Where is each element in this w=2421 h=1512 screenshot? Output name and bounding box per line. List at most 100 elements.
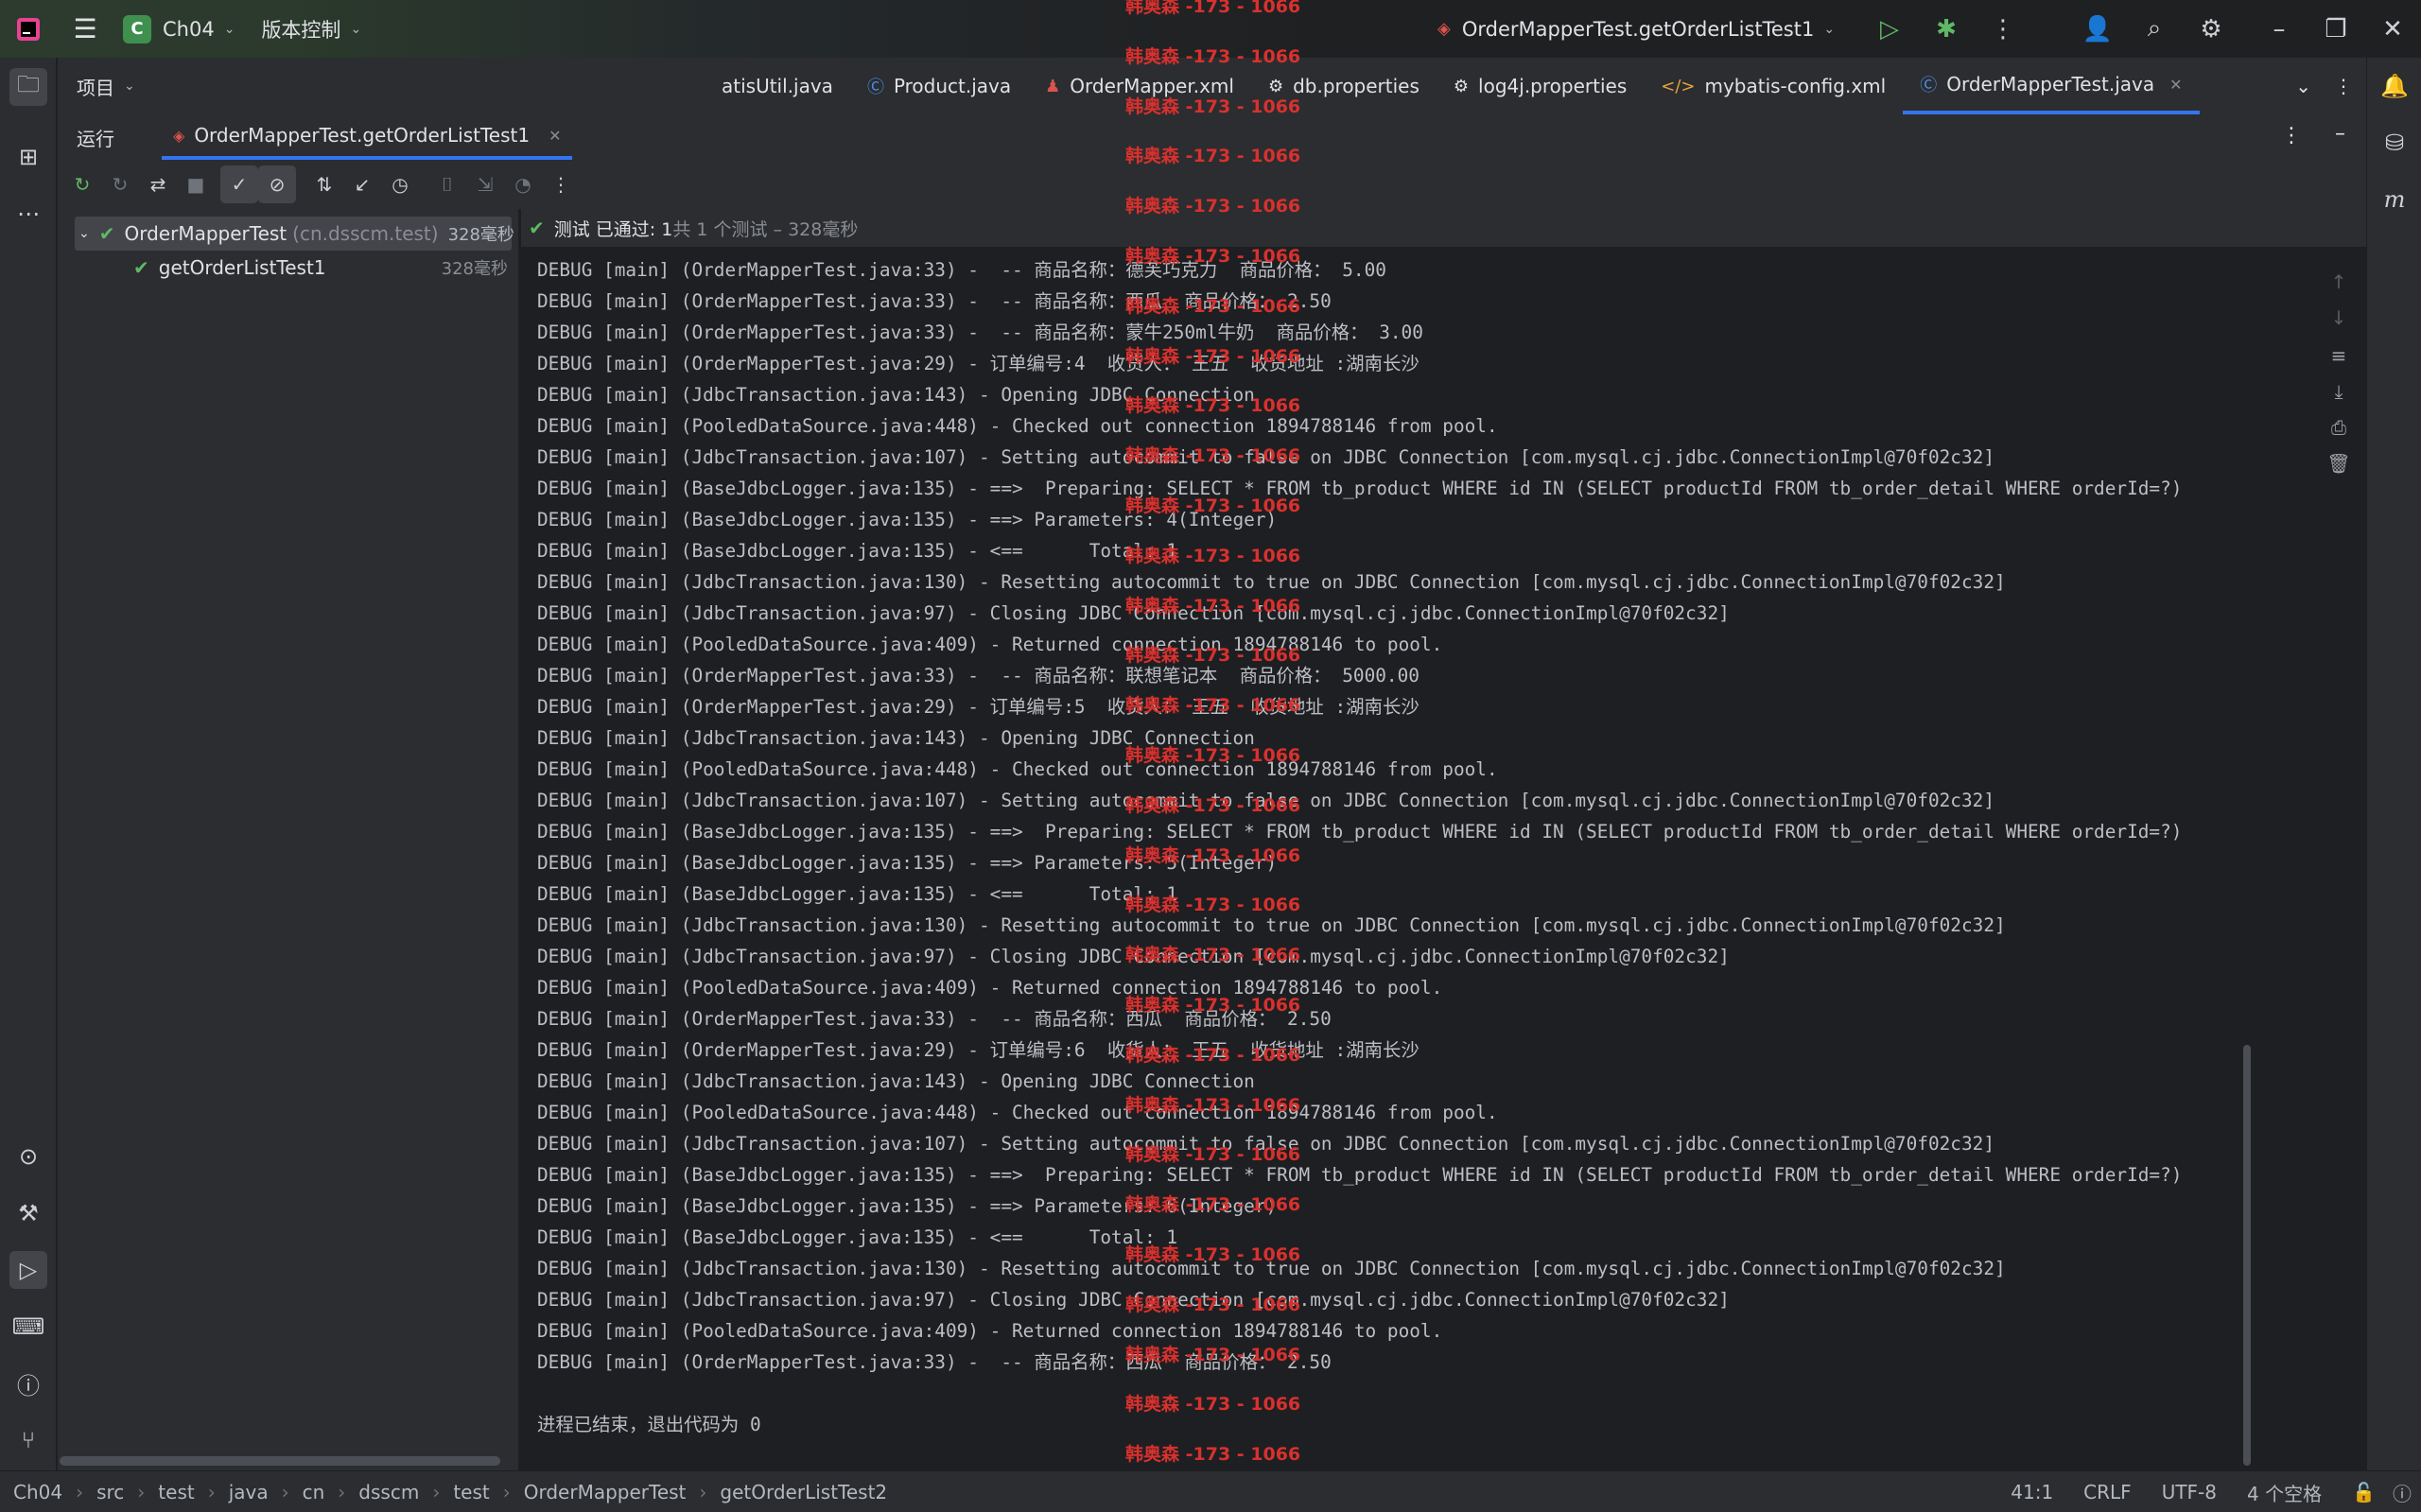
restore-icon[interactable]: ❐ [2308, 0, 2364, 58]
tab-label: Product.java [893, 75, 1012, 97]
vcs-menu[interactable]: 版本控制 ⌄ [252, 10, 371, 48]
tab-label: mybatis-config.xml [1704, 75, 1887, 97]
coverage-icon[interactable]: ◔ [504, 165, 542, 203]
project-panel-header[interactable]: 项目 ⌄ [58, 58, 705, 114]
breadcrumb-item[interactable]: OrderMapperTest [524, 1481, 687, 1503]
chevron-down-icon: ⌄ [350, 21, 362, 37]
sort-icon[interactable]: ⇅ [305, 165, 343, 203]
toggle-auto-test-icon[interactable]: ⇄ [139, 165, 177, 203]
test-tree: ⌄ ✔ OrderMapperTest (cn.dsscm.test) 328毫… [58, 209, 519, 1470]
rerun-failed-icon[interactable]: ↻ [101, 165, 139, 203]
export-icon[interactable]: ⇲ [466, 165, 504, 203]
camera-icon[interactable]: ⌷ [428, 165, 466, 203]
breadcrumb-item[interactable]: test [158, 1481, 194, 1503]
tab-label: atisUtil.java [722, 75, 833, 97]
breadcrumb-item[interactable]: src [96, 1481, 124, 1503]
database-icon[interactable]: ⛁ [2376, 124, 2413, 162]
console-line: DEBUG [main] (JdbcTransaction.java:143) … [537, 384, 1255, 406]
collapse-icon[interactable]: ↙ [343, 165, 381, 203]
breadcrumb-item[interactable]: getOrderListTest2 [720, 1481, 887, 1503]
add-user-icon[interactable]: 👤 [2069, 0, 2126, 58]
more-vertical-icon[interactable]: ⋮ [2281, 124, 2302, 148]
breadcrumb-item[interactable]: dsscm [358, 1481, 419, 1503]
problems-icon[interactable]: ⓘ [9, 1364, 47, 1402]
run-config-selector[interactable]: ◈ OrderMapperTest.getOrderListTest1 ⌄ [1437, 0, 1835, 58]
project-switcher[interactable]: C Ch04 ⌄ [113, 10, 244, 48]
tree-horizontal-scrollbar[interactable] [60, 1456, 500, 1466]
minimize-icon[interactable]: – [2251, 0, 2308, 58]
services-icon[interactable]: ⊙ [9, 1138, 47, 1175]
notifications-bell-icon[interactable]: 🔔 [2376, 67, 2413, 105]
test-status-bar: ✔ 测试 已通过: 1 共 1 个测试 – 328毫秒 [521, 209, 2366, 247]
test-tree-root[interactable]: ⌄ ✔ OrderMapperTest (cn.dsscm.test) 328毫… [75, 217, 514, 251]
chevron-down-icon[interactable]: ⌄ [78, 226, 90, 241]
run-tab[interactable]: ◈ OrderMapperTest.getOrderListTest1 ✕ [162, 114, 573, 160]
test-tree-child[interactable]: ✔ getOrderListTest1 328毫秒 [133, 251, 512, 285]
soft-wrap-icon[interactable]: ≡ [2323, 339, 2355, 372]
test-time: 328毫秒 [441, 259, 508, 279]
main-menu-icon[interactable]: ☰ [57, 10, 113, 48]
project-folder-icon[interactable]: 🗀 [9, 68, 47, 106]
git-branch-icon[interactable]: ⑂ [9, 1421, 47, 1459]
editor-tab[interactable]: ♟ OrderMapper.xml [1028, 58, 1251, 114]
status-info-icon[interactable]: ⓘ [2393, 1479, 2412, 1506]
app-logo-icon[interactable] [0, 10, 57, 48]
breadcrumb-item[interactable]: java [229, 1481, 269, 1503]
more-tools-icon[interactable]: ⋯ [9, 195, 47, 233]
editor-tab[interactable]: atisUtil.java [705, 58, 850, 114]
title-actions: ▷ ✱ ⋮ 👤 ⌕ ⚙ – ❐ ✕ [1861, 0, 2421, 58]
structure-icon[interactable]: ⊞ [9, 138, 47, 176]
editor-tab[interactable]: </> mybatis-config.xml [1644, 58, 1903, 114]
debug-icon[interactable]: ✱ [1918, 0, 1975, 58]
more-vertical-icon[interactable]: ⋮ [1975, 0, 2031, 58]
history-icon[interactable]: ◷ [381, 165, 419, 203]
console-output[interactable]: DEBUG [main] (OrderMapperTest.java:33) -… [521, 247, 2308, 1470]
search-icon[interactable]: ⌕ [2126, 0, 2183, 58]
rerun-icon[interactable]: ↻ [63, 165, 101, 203]
build-hammer-icon[interactable]: ⚒ [9, 1194, 47, 1232]
chevron-right-icon: › [207, 1480, 216, 1503]
check-icon: ✔ [98, 222, 115, 245]
more-vertical-icon[interactable]: ⋮ [542, 165, 580, 203]
settings-gear-icon[interactable]: ⚙ [2183, 0, 2239, 58]
console-line: DEBUG [main] (OrderMapperTest.java:33) -… [537, 290, 1332, 312]
console-line: DEBUG [main] (BaseJdbcLogger.java:135) -… [537, 821, 2183, 843]
file-encoding[interactable]: UTF-8 [2162, 1481, 2217, 1503]
editor-tab[interactable]: ⚙ log4j.properties [1437, 58, 1644, 114]
breadcrumb-item[interactable]: Ch04 [13, 1481, 62, 1503]
editor-tab-active[interactable]: Ⓒ OrderMapperTest.java ✕ [1903, 58, 2200, 114]
console-line: 进程已结束，退出代码为 0 [537, 1414, 761, 1435]
console-line: DEBUG [main] (JdbcTransaction.java:97) -… [537, 1289, 1730, 1311]
editor-tab[interactable]: Ⓒ Product.java [850, 58, 1028, 114]
tabs-overflow-icon[interactable]: ⌄ [2286, 58, 2321, 114]
run-icon[interactable]: ▷ [1861, 0, 1918, 58]
show-passed-icon[interactable]: ✓ [220, 165, 258, 203]
caret-position[interactable]: 41:1 [2011, 1481, 2053, 1503]
console-line: DEBUG [main] (JdbcTransaction.java:143) … [537, 1070, 1255, 1092]
hide-panel-icon[interactable]: – [2335, 122, 2345, 146]
run-tool-icon[interactable]: ▷ [9, 1251, 47, 1289]
maven-icon[interactable]: m [2376, 181, 2413, 218]
more-vertical-icon[interactable]: ⋮ [2321, 58, 2366, 114]
editor-tab[interactable]: ⚙ db.properties [1251, 58, 1437, 114]
console-line: DEBUG [main] (PooledDataSource.java:448)… [537, 1102, 1498, 1123]
console-line: DEBUG [main] (JdbcTransaction.java:107) … [537, 1133, 1994, 1155]
close-icon[interactable]: ✕ [2364, 0, 2421, 58]
terminal-icon[interactable]: ⌨ [9, 1308, 47, 1346]
close-tab-icon[interactable]: ✕ [2169, 76, 2182, 94]
close-tab-icon[interactable]: ✕ [549, 127, 561, 145]
line-separator[interactable]: CRLF [2083, 1481, 2132, 1503]
breadcrumb-item[interactable]: cn [303, 1481, 325, 1503]
test-method-name: getOrderListTest1 [158, 256, 326, 279]
arrow-down-icon[interactable]: ↓ [2323, 302, 2355, 334]
arrow-up-icon[interactable]: ↑ [2323, 266, 2355, 298]
breadcrumb-item[interactable]: test [453, 1481, 489, 1503]
console-vertical-scrollbar[interactable] [2243, 1045, 2251, 1466]
scroll-to-end-icon[interactable]: ⤓ [2323, 375, 2355, 408]
show-ignored-icon[interactable]: ⊘ [258, 165, 296, 203]
indent-setting[interactable]: 4 个空格 [2247, 1479, 2322, 1506]
stop-icon[interactable]: ■ [177, 165, 215, 203]
lock-icon[interactable]: 🔓 [2352, 1481, 2376, 1503]
trash-icon[interactable]: 🗑 [2323, 447, 2355, 479]
print-icon[interactable]: ⎙ [2323, 411, 2355, 443]
